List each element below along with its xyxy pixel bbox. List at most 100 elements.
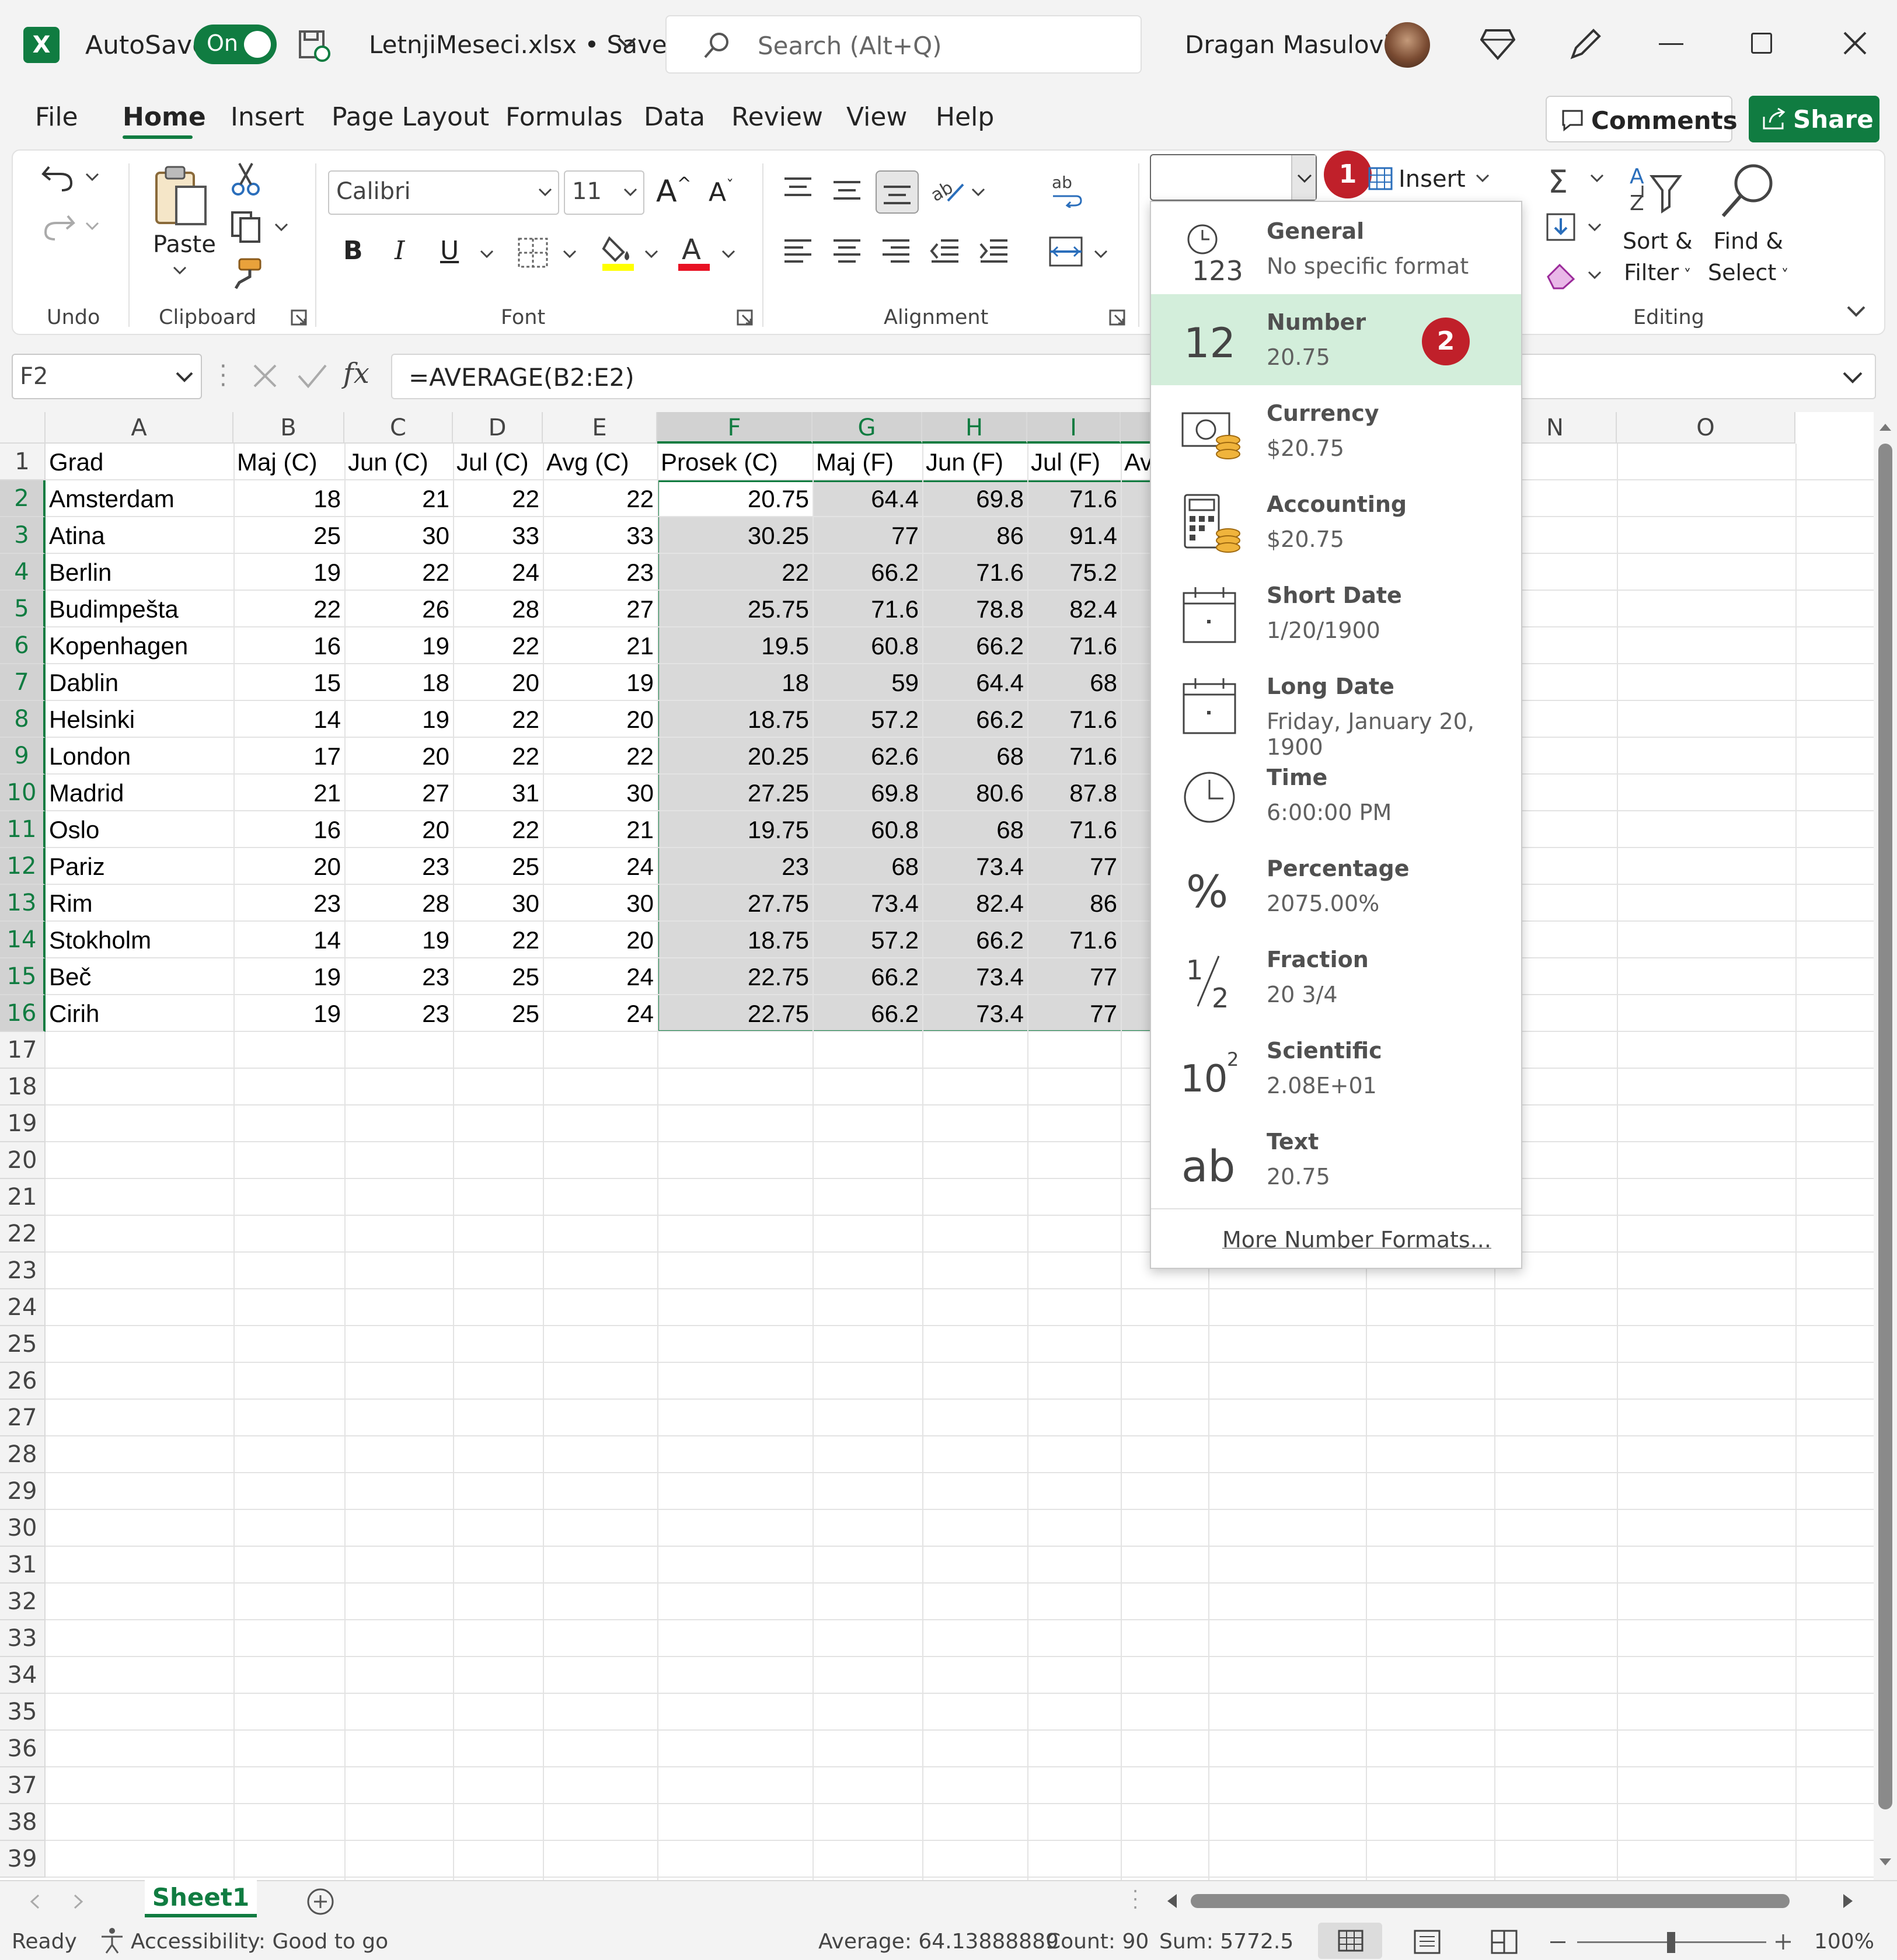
column-header[interactable]: O [1617, 412, 1795, 444]
cancel-icon[interactable] [251, 362, 279, 390]
value-cell[interactable]: 27 [543, 591, 657, 627]
row-header[interactable]: 2 [0, 480, 46, 517]
header-cell[interactable]: Jul (F) [1027, 444, 1121, 480]
value-cell[interactable]: 16 [233, 627, 344, 664]
value-cell[interactable]: 22 [453, 627, 543, 664]
font-name-select[interactable]: Calibri [328, 170, 559, 215]
zoom-level[interactable]: 100% [1814, 1930, 1874, 1954]
city-cell[interactable]: Helsinki [46, 701, 233, 738]
sheet-next-icon[interactable] [72, 1894, 84, 1909]
value-cell[interactable]: 22 [543, 480, 657, 517]
value-cell[interactable]: 73.4 [922, 848, 1027, 885]
ribbon-collapse-chevron-down-icon[interactable] [1846, 305, 1867, 319]
value-cell[interactable]: 19 [233, 958, 344, 995]
value-cell[interactable]: 18 [233, 480, 344, 517]
value-cell[interactable]: 71.6 [1027, 480, 1121, 517]
value-cell[interactable]: 68 [922, 811, 1027, 848]
tab-file[interactable]: File [35, 102, 78, 132]
paste-label[interactable]: Paste [153, 231, 216, 258]
city-cell[interactable]: Amsterdam [46, 480, 233, 517]
row-header[interactable]: 34 [0, 1657, 46, 1694]
row-header[interactable]: 29 [0, 1473, 46, 1510]
value-cell[interactable]: 75.2 [1027, 554, 1121, 591]
column-header[interactable]: I [1027, 412, 1121, 444]
value-cell[interactable]: 66.2 [922, 922, 1027, 958]
align-center-icon[interactable] [831, 238, 863, 265]
row-header[interactable]: 1 [0, 444, 46, 480]
value-cell[interactable]: 14 [233, 701, 344, 738]
value-cell[interactable]: 77 [1027, 995, 1121, 1032]
underline-button[interactable]: U [440, 236, 459, 266]
city-cell[interactable]: Dablin [46, 664, 233, 701]
fill-color-icon[interactable] [601, 233, 636, 271]
value-cell[interactable]: 87.8 [1027, 775, 1121, 811]
column-header[interactable]: B [233, 412, 344, 444]
value-cell[interactable]: 20 [233, 848, 344, 885]
number-format-select[interactable] [1150, 154, 1317, 201]
row-header[interactable]: 27 [0, 1400, 46, 1436]
value-cell[interactable]: 86 [922, 517, 1027, 554]
row-header[interactable]: 23 [0, 1253, 46, 1289]
value-cell[interactable]: 77 [1027, 958, 1121, 995]
alignment-launcher-icon[interactable] [1109, 309, 1127, 327]
value-cell[interactable]: 20.25 [657, 738, 812, 775]
borders-icon[interactable] [517, 237, 549, 268]
paste-chevron-down-icon[interactable] [173, 266, 187, 275]
redo-chevron-down-icon[interactable] [85, 222, 99, 231]
formula-input[interactable]: =AVERAGE(B2:E2) [391, 354, 1876, 399]
row-header[interactable]: 28 [0, 1436, 46, 1473]
city-cell[interactable]: Atina [46, 517, 233, 554]
row-header[interactable]: 8 [0, 701, 46, 738]
value-cell[interactable]: 16 [233, 811, 344, 848]
value-cell[interactable]: 86 [1027, 885, 1121, 922]
comments-button[interactable]: Comments [1546, 96, 1738, 142]
select-all-corner[interactable] [0, 412, 46, 444]
vertical-scrollbar[interactable] [1874, 412, 1897, 1880]
value-cell[interactable]: 18 [657, 664, 812, 701]
pen-draw-icon[interactable] [1568, 27, 1603, 62]
value-cell[interactable]: 30 [543, 775, 657, 811]
align-middle-icon[interactable] [831, 179, 863, 205]
horizontal-scroll-thumb[interactable] [1191, 1894, 1790, 1908]
accessibility-icon[interactable] [98, 1926, 126, 1954]
number-format-item-scientific[interactable]: 10 2 Scientific 2.08E+01 [1151, 1023, 1521, 1114]
merge-chevron-down-icon[interactable] [1094, 250, 1108, 259]
font-size-select[interactable]: 11 [564, 170, 644, 215]
value-cell[interactable]: 22 [657, 554, 812, 591]
status-sum[interactable]: Sum: 5772.5 [1159, 1930, 1293, 1954]
value-cell[interactable]: 73.4 [922, 995, 1027, 1032]
tab-data[interactable]: Data [644, 102, 705, 132]
borders-chevron-down-icon[interactable] [563, 250, 577, 259]
value-cell[interactable]: 25 [453, 848, 543, 885]
tab-splitter-icon[interactable]: · · · [1132, 1882, 1138, 1917]
value-cell[interactable]: 71.6 [1027, 627, 1121, 664]
zoom-out-button[interactable] [1550, 1941, 1565, 1943]
value-cell[interactable]: 78.8 [922, 591, 1027, 627]
scroll-up-icon[interactable] [1878, 421, 1892, 432]
number-format-item-short-date[interactable]: Short Date 1/20/1900 [1151, 567, 1521, 658]
number-format-item-accounting[interactable]: Accounting $20.75 [1151, 476, 1521, 567]
diamond-premium-icon[interactable] [1480, 28, 1515, 61]
value-cell[interactable]: 24 [543, 995, 657, 1032]
page-layout-view-button[interactable] [1413, 1928, 1442, 1955]
value-cell[interactable]: 80.6 [922, 775, 1027, 811]
value-cell[interactable]: 71.6 [812, 591, 922, 627]
value-cell[interactable]: 82.4 [922, 885, 1027, 922]
copy-icon[interactable] [230, 210, 263, 243]
value-cell[interactable]: 20 [344, 811, 453, 848]
header-cell[interactable]: Jun (F) [922, 444, 1027, 480]
value-cell[interactable]: 24 [543, 848, 657, 885]
row-header[interactable]: 33 [0, 1620, 46, 1657]
value-cell[interactable]: 60.8 [812, 811, 922, 848]
font-color-chevron-down-icon[interactable] [721, 250, 735, 259]
value-cell[interactable]: 23 [233, 885, 344, 922]
search-box[interactable]: Search (Alt+Q) [665, 15, 1142, 74]
value-cell[interactable]: 19 [344, 701, 453, 738]
avatar[interactable] [1385, 22, 1430, 68]
city-cell[interactable]: London [46, 738, 233, 775]
tab-help[interactable]: Help [936, 102, 994, 132]
row-header[interactable]: 24 [0, 1289, 46, 1326]
value-cell[interactable]: 20.75 [657, 480, 812, 517]
value-cell[interactable]: 14 [233, 922, 344, 958]
value-cell[interactable]: 22 [453, 701, 543, 738]
